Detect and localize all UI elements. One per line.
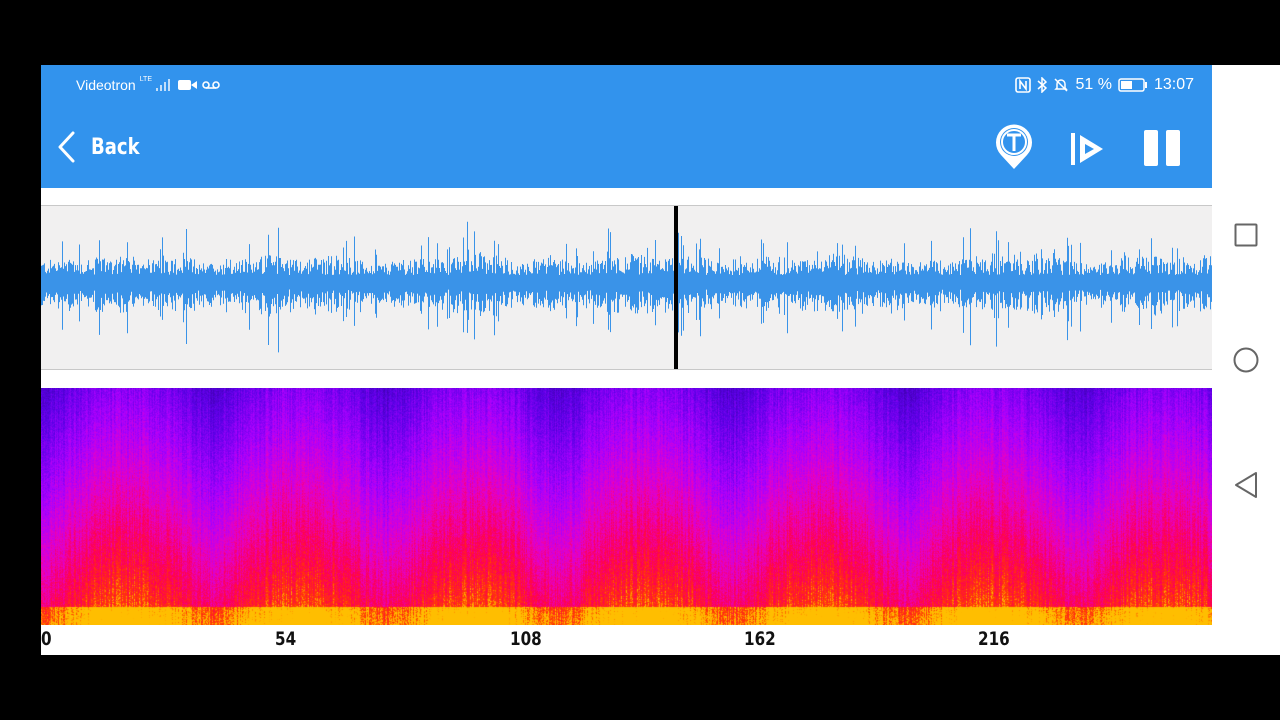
time-axis: 0 54 108 162 216 (41, 625, 1212, 655)
battery-icon (1118, 78, 1147, 92)
recents-button[interactable] (1234, 223, 1258, 252)
network-type: LTE (139, 75, 153, 83)
app-bar: Back (41, 109, 1212, 188)
time-tick: 108 (510, 628, 542, 650)
back-button[interactable]: Back (55, 129, 150, 165)
pause-button[interactable] (1142, 128, 1182, 173)
clock: 13:07 (1153, 76, 1194, 93)
pause-icon (1144, 130, 1180, 166)
home-button[interactable] (1233, 347, 1259, 378)
status-bar: Videotron LTE 51 % 13:07 (41, 65, 1212, 109)
tag-t-icon (996, 124, 1032, 169)
back-label: Back (91, 134, 140, 160)
waveform[interactable] (41, 206, 1212, 369)
bluetooth-icon (1037, 77, 1048, 93)
circle-icon (1233, 347, 1259, 373)
time-tick: 54 (275, 628, 297, 650)
time-tick: 216 (978, 628, 1010, 650)
system-nav-bar (1212, 65, 1280, 655)
signal-icon (156, 79, 171, 91)
voicemail-icon (202, 81, 220, 89)
spectrogram[interactable] (41, 388, 1212, 625)
app-screen: Videotron LTE 51 % 13:07 Back 0 54 108 1… (41, 65, 1212, 655)
status-right: 51 % 13:07 (1015, 76, 1194, 94)
playhead[interactable] (674, 206, 678, 369)
time-tick: 162 (744, 628, 776, 650)
time-tick: 0 (41, 628, 52, 650)
play-from-start-icon (1071, 133, 1103, 165)
bell-muted-icon (1054, 78, 1069, 92)
back-nav-button[interactable] (1233, 471, 1259, 504)
carrier-name: Videotron (76, 77, 136, 93)
battery-percent: 51 % (1075, 76, 1112, 93)
video-call-icon (178, 80, 198, 90)
nfc-icon (1015, 77, 1032, 93)
square-icon (1234, 223, 1258, 247)
play-from-start-button[interactable] (1069, 129, 1109, 174)
waveform-panel[interactable] (41, 205, 1212, 370)
tag-button[interactable] (993, 122, 1035, 177)
triangle-back-icon (1235, 472, 1257, 498)
chevron-left-icon (58, 131, 75, 163)
status-left: Videotron LTE (76, 75, 220, 93)
waveform-trace (41, 221, 1212, 353)
